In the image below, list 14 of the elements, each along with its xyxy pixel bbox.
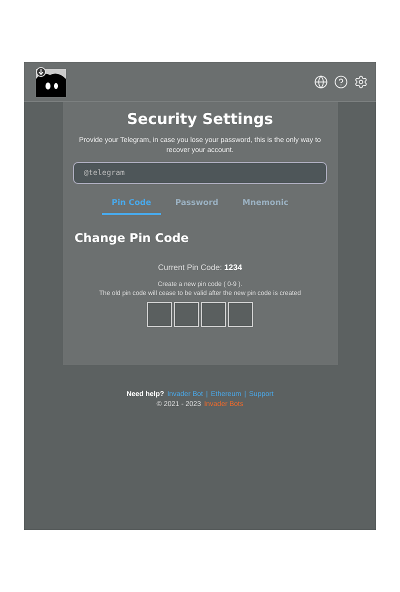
tab[interactable]: Password: [165, 196, 228, 215]
logo-icon: [36, 66, 66, 96]
pin-digit-field[interactable]: [147, 302, 172, 328]
globe-icon[interactable]: [314, 74, 328, 88]
tab[interactable]: Pin Code: [102, 196, 162, 215]
pin-digit-field[interactable]: [201, 302, 226, 328]
help-icon[interactable]: [334, 74, 348, 88]
pin-digit-field[interactable]: [228, 302, 253, 328]
page-title: Security Settings: [126, 110, 274, 128]
settings-icon[interactable]: [354, 74, 368, 88]
current-pin-text: Current Pin Code: 1234: [158, 262, 242, 272]
tab[interactable]: Mnemonic: [232, 196, 298, 215]
section-title: Change Pin Code: [74, 230, 189, 245]
pin-digit-field[interactable]: [174, 302, 199, 328]
